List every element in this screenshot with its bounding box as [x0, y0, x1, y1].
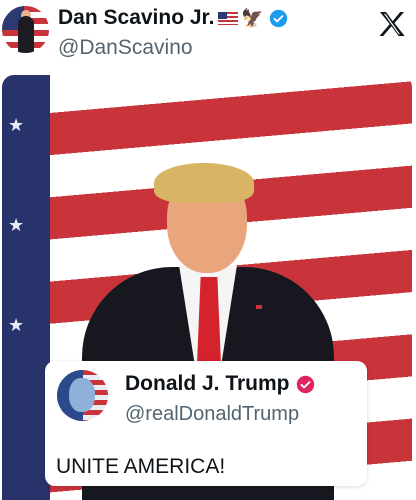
eagle-icon: 🦅 [241, 7, 264, 28]
quoted-avatar[interactable] [57, 370, 108, 421]
flag-star: ★ [8, 115, 25, 135]
quoted-name-row: Donald J. Trump [125, 372, 315, 396]
person-hair [154, 163, 254, 203]
flag-canton [2, 75, 50, 500]
post-header: Dan Scavino Jr. 🦅 @DanScavino [0, 0, 416, 66]
author-name[interactable]: Dan Scavino Jr. [58, 6, 214, 30]
quoted-text: UNITE AMERICA! [56, 455, 226, 478]
us-flag-icon [218, 11, 239, 25]
quoted-handle[interactable]: @realDonaldTrump [125, 403, 299, 426]
verified-badge-icon [269, 9, 288, 27]
author-name-row: Dan Scavino Jr. 🦅 [58, 5, 288, 31]
quoted-name[interactable]: Donald J. Trump [125, 372, 290, 396]
lapel-pin [256, 305, 262, 309]
author-avatar[interactable] [2, 6, 49, 53]
author-handle[interactable]: @DanScavino [58, 36, 193, 60]
verified-badge-icon [296, 375, 314, 393]
quoted-post-card[interactable]: Donald J. Trump @realDonaldTrump UNITE A… [45, 361, 367, 486]
flag-star: ★ [8, 215, 25, 235]
x-logo-icon[interactable] [376, 8, 408, 40]
flag-star: ★ [8, 315, 25, 335]
